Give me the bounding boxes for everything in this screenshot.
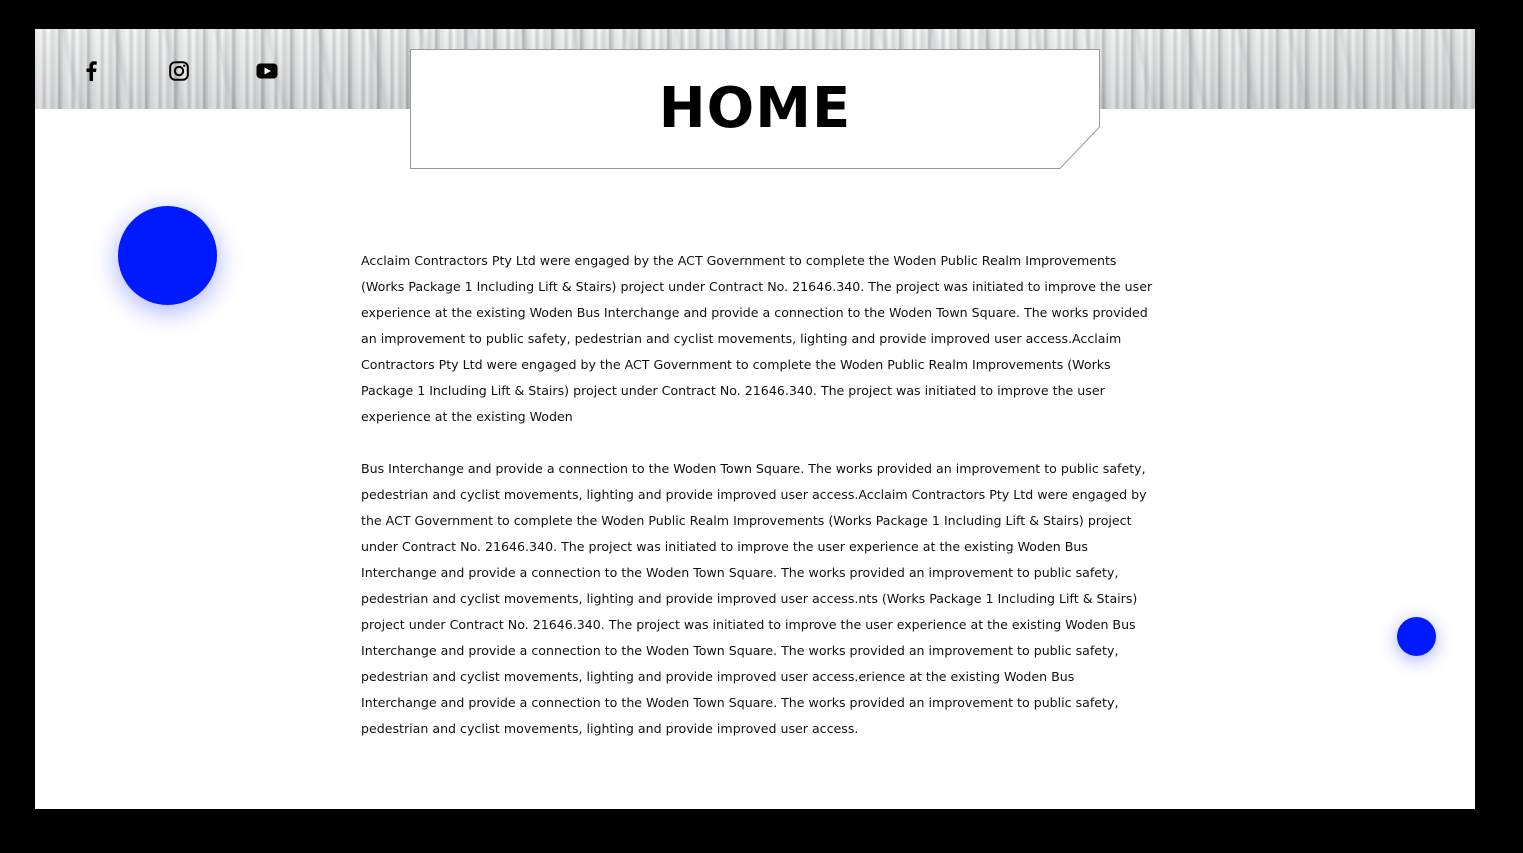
content-paragraph: Acclaim Contractors Pty Ltd were engaged… bbox=[361, 253, 1153, 424]
facebook-icon[interactable] bbox=[80, 60, 102, 82]
youtube-glyph bbox=[256, 63, 278, 79]
instagram-glyph bbox=[169, 61, 189, 81]
decorative-blue-circle bbox=[118, 206, 217, 305]
scroll-to-top-button[interactable] bbox=[1397, 617, 1436, 656]
facebook-glyph bbox=[86, 61, 97, 81]
page-title-box: HOME bbox=[410, 49, 1100, 169]
page: HOME Acclaim Contractors Pty Ltd were en… bbox=[35, 29, 1475, 809]
content-paragraph: Bus Interchange and provide a connection… bbox=[361, 461, 1147, 736]
page-title: HOME bbox=[658, 76, 852, 141]
instagram-icon[interactable] bbox=[168, 60, 190, 82]
main-content: Acclaim Contractors Pty Ltd were engaged… bbox=[361, 248, 1153, 768]
youtube-icon[interactable] bbox=[256, 60, 278, 82]
